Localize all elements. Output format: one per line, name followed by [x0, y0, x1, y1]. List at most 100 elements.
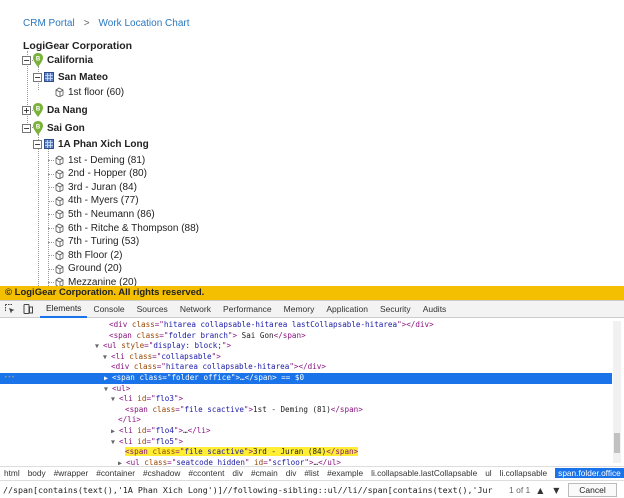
tree-node-floor[interactable]: 1st floor (60): [54, 85, 124, 99]
dom-node-source: <span class="file scactive">3rd - Juran …: [125, 447, 359, 457]
breadcrumb-home-link[interactable]: CRM Portal: [23, 18, 75, 29]
dom-node-selected[interactable]: ••• ▶ <span class="folder office">…</span>…: [0, 373, 612, 384]
dom-node-line[interactable]: ▼ <ul style="display: block;">: [0, 341, 612, 352]
devtools-tab-list: Elements Console Sources Network Performance…: [40, 301, 452, 318]
dom-node-line[interactable]: ▼ <li class="collapsable">: [0, 352, 612, 363]
dom-breadcrumb-item-active[interactable]: span.folder.office: [555, 468, 624, 478]
dom-breadcrumb-item[interactable]: #cmain: [251, 468, 278, 478]
device-toolbar-icon[interactable]: [22, 303, 34, 315]
tree-node-floor[interactable]: Ground (20): [54, 262, 122, 276]
chevron-up-icon[interactable]: ▲: [534, 486, 546, 495]
dom-node-line[interactable]: ▼ <ul>: [0, 384, 612, 395]
dom-tree-scrollbar[interactable]: [613, 321, 621, 463]
dom-node-line[interactable]: ▼ <li id="flo5">: [0, 437, 612, 448]
dom-breadcrumb-item[interactable]: #cshadow: [143, 468, 180, 478]
collapse-node-icon[interactable]: ▼: [111, 437, 119, 448]
dom-breadcrumb-item[interactable]: body: [28, 468, 46, 478]
tree-node-phan-xich-long[interactable]: − 1A Phan Xich Long: [33, 137, 149, 151]
branch-marker-icon: B: [33, 103, 43, 117]
devtools-tab-application[interactable]: Application: [320, 301, 374, 318]
cancel-button[interactable]: Cancel: [568, 483, 617, 497]
tree-node-sai-gon[interactable]: − B Sai Gon: [22, 121, 85, 135]
devtools-panel: Elements Console Sources Network Performance…: [0, 300, 624, 498]
devtools-tab-sources[interactable]: Sources: [131, 301, 174, 318]
dom-breadcrumb-item[interactable]: #wrapper: [54, 468, 89, 478]
devtools-tab-network[interactable]: Network: [174, 301, 217, 318]
branch-marker-icon: B: [33, 53, 43, 67]
tree-node-floor[interactable]: 5th - Neumann (86): [54, 207, 155, 221]
dom-node-source: <span class="folder office">…</span> == …: [112, 373, 305, 382]
devtools-tab-console[interactable]: Console: [87, 301, 130, 318]
tree-node-label: 1st - Deming (81): [68, 154, 146, 166]
collapse-node-icon[interactable]: ▼: [95, 341, 103, 352]
devtools-tab-security[interactable]: Security: [374, 301, 417, 318]
devtools-tab-audits[interactable]: Audits: [417, 301, 453, 318]
branch-marker-icon: B: [33, 121, 43, 135]
expand-node-icon[interactable]: ▶: [104, 373, 112, 384]
tree-connector: [38, 134, 39, 286]
dom-node-line[interactable]: ▶ <ul class="seatcode hidden" id="scfloor…: [0, 458, 612, 465]
collapse-node-icon[interactable]: ▼: [103, 352, 111, 363]
dom-node-line[interactable]: <span class="file scactive">3rd - Juran …: [0, 447, 612, 458]
dom-node-line[interactable]: <div class="hitarea collapsable-hitarea …: [0, 320, 612, 331]
devtools-tabbar: Elements Console Sources Network Performance…: [0, 301, 624, 318]
tree-node-san-mateo[interactable]: − San Mateo: [33, 70, 108, 84]
dom-node-source: <span class="folder branch"> Sai Gon</sp…: [109, 330, 306, 340]
footer-copyright: © LogiGear Corporation. All rights reser…: [0, 286, 624, 300]
devtools-tab-elements[interactable]: Elements: [40, 301, 88, 318]
breadcrumb-current-link[interactable]: Work Location Chart: [99, 18, 190, 29]
dom-breadcrumb-item[interactable]: #list: [304, 468, 319, 478]
devtools-tab-memory[interactable]: Memory: [278, 301, 321, 318]
tree-node-label: 2nd - Hopper (80): [68, 168, 147, 180]
dom-breadcrumb-item[interactable]: html: [4, 468, 20, 478]
collapse-node-icon[interactable]: ▼: [104, 384, 112, 395]
scrollbar-thumb[interactable]: [614, 433, 620, 453]
collapse-node-icon[interactable]: ▼: [111, 394, 119, 405]
dom-node-line[interactable]: </li>: [0, 415, 612, 426]
dom-breadcrumb-item[interactable]: div: [232, 468, 243, 478]
tree-node-floor[interactable]: 2nd - Hopper (80): [54, 167, 147, 181]
dom-breadcrumbs: html body #wrapper #container #cshadow #ccont…: [0, 466, 624, 479]
dom-breadcrumb-item[interactable]: div: [286, 468, 297, 478]
more-options-icon[interactable]: •••: [4, 373, 15, 384]
dom-node-source: </li>: [118, 415, 141, 425]
chevron-down-icon[interactable]: ▼: [550, 486, 562, 495]
collapse-icon[interactable]: −: [22, 55, 31, 65]
floor-cube-icon: [55, 250, 64, 261]
inspect-element-icon[interactable]: [4, 303, 16, 315]
tree-node-floor[interactable]: Mezzanine (20): [54, 275, 137, 286]
floor-cube-icon: [55, 196, 64, 206]
collapse-icon[interactable]: −: [33, 139, 42, 149]
branch-marker-badge: B: [36, 57, 41, 63]
tree-node-california[interactable]: − B California: [22, 53, 93, 67]
tree-node-floor[interactable]: 8th Floor (2): [54, 248, 122, 262]
floor-cube-icon: [55, 237, 64, 247]
dom-breadcrumb-item[interactable]: #container: [96, 468, 135, 478]
collapse-icon[interactable]: −: [22, 123, 31, 133]
tree-node-floor[interactable]: 6th - Ritche & Thompson (88): [54, 221, 199, 235]
dom-node-source: <li id="flo4">…</li>: [119, 426, 211, 435]
tree-node-da-nang[interactable]: + B Da Nang: [22, 103, 88, 117]
dom-node-line[interactable]: <span class="file scactive">1st - Deming…: [0, 405, 612, 416]
dom-node-line[interactable]: <span class="folder branch"> Sai Gon</sp…: [0, 331, 612, 342]
dom-breadcrumb-item[interactable]: #example: [327, 468, 363, 478]
tree-node-floor[interactable]: 4th - Myers (77): [54, 194, 139, 208]
dom-breadcrumb-item[interactable]: #ccontent: [188, 468, 224, 478]
dom-node-line[interactable]: <div class="hitarea collapsable-hitarea"…: [0, 362, 612, 373]
dom-node-line[interactable]: ▼ <li id="flo3">: [0, 394, 612, 405]
tree-node-floor[interactable]: 3rd - Juran (84): [54, 180, 137, 194]
dom-breadcrumb-item[interactable]: ul: [485, 468, 491, 478]
tree-node-floor[interactable]: 1st - Deming (81): [54, 153, 145, 167]
search-input[interactable]: //span[contains(text(),'1A Phan Xich Lon…: [3, 485, 493, 495]
tree-node-floor[interactable]: 7th - Turing (53): [54, 235, 139, 249]
dom-breadcrumb-item[interactable]: li.collapsable: [500, 468, 548, 478]
dom-node-line[interactable]: ▶ <li id="flo4">…</li>: [0, 426, 612, 437]
dom-breadcrumb-item[interactable]: li.collapsable.lastCollapsable: [371, 468, 477, 478]
tree-node-label: 6th - Ritche & Thompson (88): [68, 222, 199, 234]
tree-node-label: San Mateo: [58, 71, 109, 83]
expand-icon[interactable]: +: [22, 105, 31, 115]
collapse-icon[interactable]: −: [33, 72, 42, 82]
expand-node-icon[interactable]: ▶: [118, 458, 126, 465]
devtools-tab-performance[interactable]: Performance: [217, 301, 278, 318]
expand-node-icon[interactable]: ▶: [111, 426, 119, 437]
